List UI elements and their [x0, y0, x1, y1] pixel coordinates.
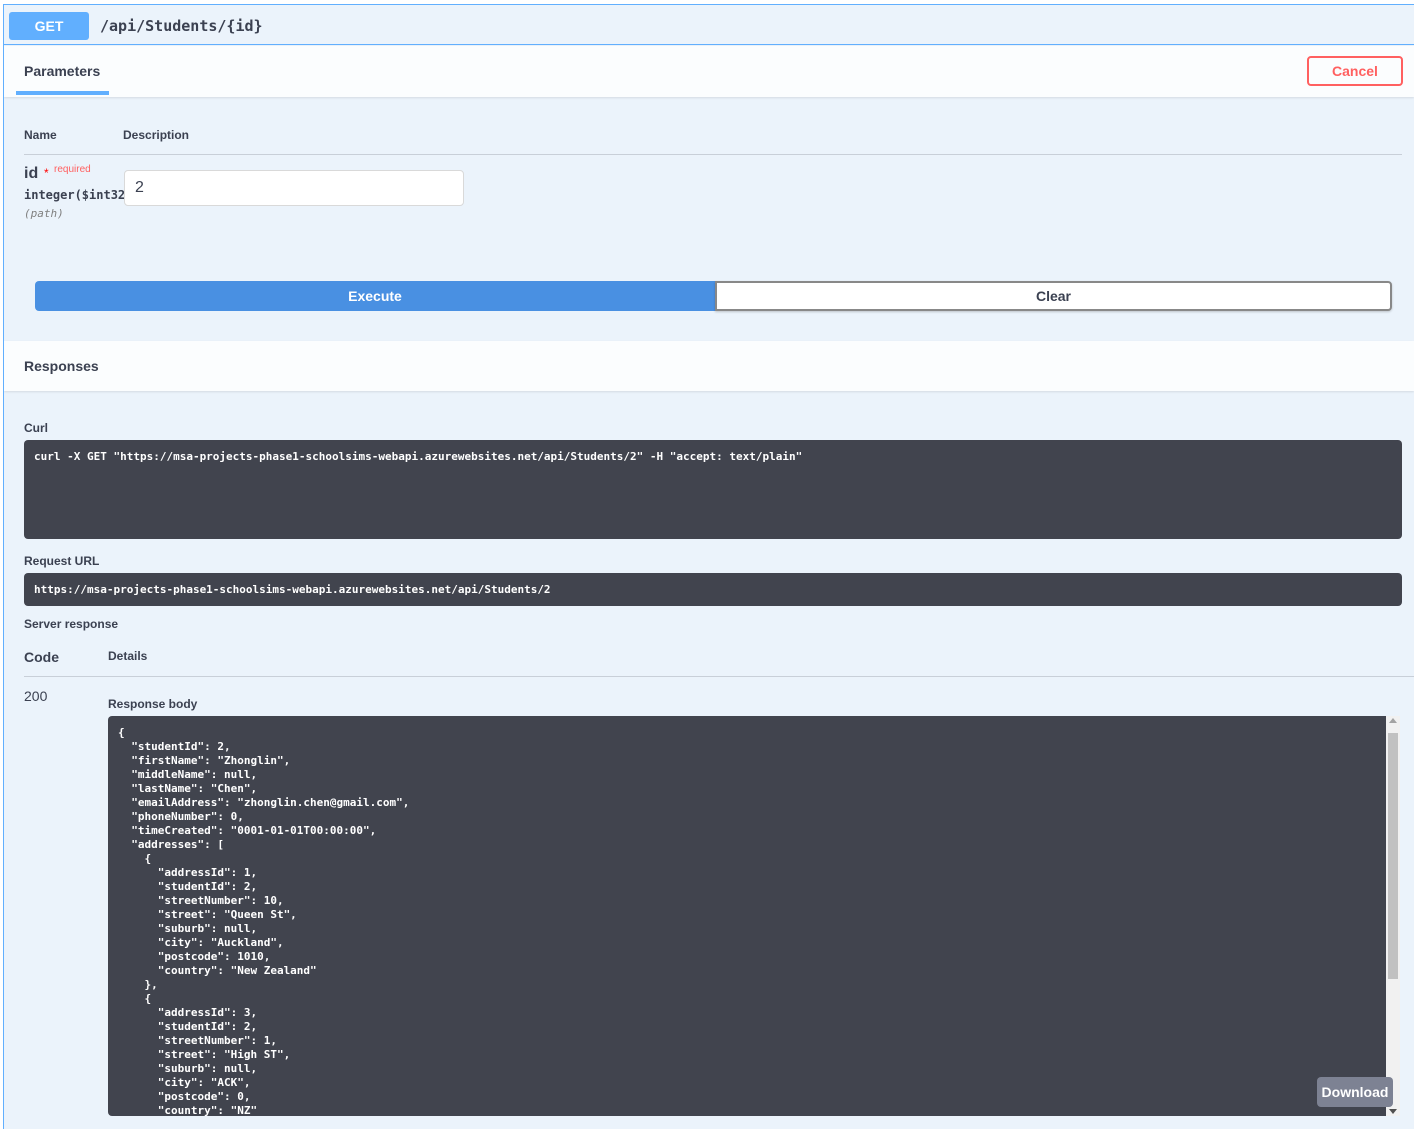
required-star: * — [44, 166, 49, 180]
details-column-header: Details — [108, 649, 148, 663]
tab-parameters[interactable]: Parameters — [16, 46, 109, 95]
responses-header: Responses — [4, 341, 1414, 391]
server-response-label: Server response — [24, 617, 119, 631]
request-url[interactable]: https://msa-projects-phase1-schoolsims-w… — [24, 573, 1402, 606]
tab-parameters-label: Parameters — [24, 63, 101, 79]
cancel-button[interactable]: Cancel — [1307, 56, 1403, 86]
responses-title: Responses — [24, 358, 99, 374]
status-code: 200 — [24, 688, 48, 704]
id-input[interactable]: 2 — [124, 170, 464, 206]
description-column-header: Description — [123, 128, 190, 142]
download-button[interactable]: Download — [1317, 1077, 1393, 1107]
scroll-up-arrow-icon[interactable] — [1389, 718, 1397, 723]
execute-button[interactable]: Execute — [35, 281, 715, 311]
curl-label: Curl — [24, 421, 48, 435]
request-url-label: Request URL — [24, 554, 100, 568]
code-column-header: Code — [24, 649, 59, 665]
parameters-header: Parameters Cancel — [4, 46, 1414, 97]
params-divider — [24, 154, 1402, 155]
response-body[interactable]: { "studentId": 2, "firstName": "Zhonglin… — [108, 716, 1386, 1116]
endpoint-path: /api/Students/{id} — [100, 17, 263, 35]
response-body-label: Response body — [108, 697, 198, 711]
get-operation-block: GET /api/Students/{id} Parameters Cancel… — [3, 4, 1414, 1129]
scroll-down-arrow-icon[interactable] — [1389, 1109, 1397, 1114]
response-divider — [24, 676, 1414, 677]
method-badge: GET — [9, 12, 89, 40]
operation-summary[interactable]: GET /api/Students/{id} — [4, 5, 1414, 45]
param-name: id — [24, 165, 39, 182]
param-type: integer($int32) — [24, 188, 133, 202]
name-column-header: Name — [24, 128, 57, 142]
clear-button[interactable]: Clear — [715, 281, 1392, 311]
response-body-json: { "studentId": 2, "firstName": "Zhonglin… — [118, 726, 410, 1116]
param-location: (path) — [24, 207, 64, 220]
scrollbar-thumb[interactable] — [1388, 733, 1398, 979]
curl-command[interactable]: curl -X GET "https://msa-projects-phase1… — [24, 440, 1402, 539]
response-scrollbar[interactable] — [1386, 716, 1400, 1116]
required-label: required — [54, 164, 91, 175]
